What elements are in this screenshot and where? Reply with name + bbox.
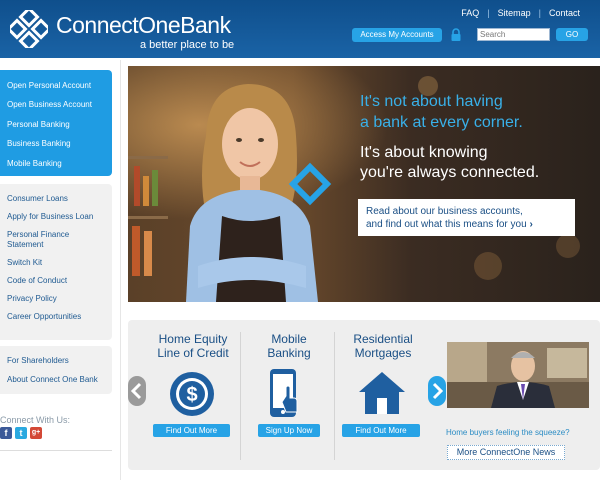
access-my-accounts-button[interactable]: Access My Accounts <box>352 28 442 42</box>
logo-suffix: Bank <box>180 12 231 38</box>
site-header: ConnectOneBank a better place to be FAQ … <box>0 0 600 58</box>
search-go-button[interactable]: GO <box>556 28 588 41</box>
nav-open-business-account[interactable]: Open Business Account <box>0 95 112 114</box>
search-input[interactable] <box>477 28 550 41</box>
promo-mobile-banking: Mobile Banking <box>241 332 337 360</box>
link-separator: | <box>538 8 541 18</box>
primary-nav: Open Personal Account Open Business Acco… <box>0 70 112 176</box>
nav-about-connect-one-bank[interactable]: About Connect One Bank <box>0 375 112 385</box>
hero-subhead-line2: you're always connected. <box>360 164 540 181</box>
nav-for-shareholders[interactable]: For Shareholders <box>0 356 112 366</box>
hero-subhead-line1: It's about knowing <box>360 144 488 161</box>
logo-wordmark: ConnectOneBank <box>56 12 231 39</box>
tagline: a better place to be <box>140 39 235 51</box>
news-video-thumbnail[interactable] <box>447 342 589 408</box>
carousel-next-arrow-icon[interactable] <box>428 376 446 406</box>
secondary-nav: Consumer Loans Apply for Business Loan P… <box>0 184 112 340</box>
nav-business-banking[interactable]: Business Banking <box>0 134 112 153</box>
promo-title-line1: Mobile <box>271 332 307 346</box>
promo-home-equity: Home Equity Line of Credit <box>145 332 241 360</box>
nav-privacy-policy[interactable]: Privacy Policy <box>0 294 112 304</box>
logo-name: ConnectOne <box>56 12 181 38</box>
hero-headline-line1: It's not about having <box>360 93 503 110</box>
contact-link[interactable]: Contact <box>549 8 580 18</box>
connect-with-us-label: Connect With Us: <box>0 415 71 425</box>
column-divider <box>120 60 121 480</box>
smartphone-icon <box>270 369 298 417</box>
more-news-button[interactable]: More ConnectOne News <box>447 445 565 460</box>
nav-code-of-conduct[interactable]: Code of Conduct <box>0 276 112 286</box>
utility-links: FAQ | Sitemap | Contact <box>461 8 580 18</box>
home-equity-find-out-more-button[interactable]: Find Out More <box>153 424 230 437</box>
hero-banner[interactable]: It's not about having a bank at every co… <box>128 66 600 302</box>
nav-career-opportunities[interactable]: Career Opportunities <box>0 312 112 322</box>
promo-title-line2: Mortgages <box>354 346 412 360</box>
promo-title-line1: Residential <box>353 332 413 346</box>
nav-personal-finance-line1: Personal Finance <box>7 230 70 239</box>
mortgages-find-out-more-button[interactable]: Find Out More <box>342 424 420 437</box>
nav-consumer-loans[interactable]: Consumer Loans <box>0 194 112 204</box>
dollar-icon: $ <box>170 372 214 416</box>
hero-cta-line1: Read about our business accounts, <box>366 206 523 217</box>
hero-cta-line2: and find out what this means for you <box>366 219 527 230</box>
promo-title-line2: Line of Credit <box>157 346 229 360</box>
nav-personal-banking[interactable]: Personal Banking <box>0 115 112 134</box>
lock-icon <box>451 28 461 41</box>
nav-personal-finance-statement[interactable]: Personal Finance Statement <box>0 230 112 250</box>
nav-apply-business-loan[interactable]: Apply for Business Loan <box>0 212 112 222</box>
chevron-right-icon: › <box>529 219 533 230</box>
hero-cta-button[interactable]: Read about our business accounts, and fi… <box>358 199 575 236</box>
logo-mark-icon <box>10 10 48 48</box>
svg-text:$: $ <box>186 384 197 406</box>
googleplus-icon[interactable]: g+ <box>30 427 42 439</box>
promo-title-line2: Banking <box>267 346 311 360</box>
facebook-icon[interactable]: f <box>0 427 12 439</box>
social-links: f t g+ <box>0 427 42 439</box>
carousel-prev-arrow-icon[interactable] <box>128 376 146 406</box>
nav-switch-kit[interactable]: Switch Kit <box>0 258 112 268</box>
sitemap-link[interactable]: Sitemap <box>498 8 531 18</box>
page: ConnectOneBank a better place to be FAQ … <box>0 0 600 480</box>
investor-nav: For Shareholders About Connect One Bank <box>0 346 112 394</box>
nav-personal-finance-line2: Statement <box>7 240 44 249</box>
nav-mobile-banking[interactable]: Mobile Banking <box>0 154 112 173</box>
news-headline-link[interactable]: Home buyers feeling the squeeze? <box>446 428 570 437</box>
mobile-banking-sign-up-button[interactable]: Sign Up Now <box>258 424 320 437</box>
twitter-icon[interactable]: t <box>15 427 27 439</box>
promo-residential-mortgages: Residential Mortgages <box>335 332 431 360</box>
link-separator: | <box>487 8 490 18</box>
news-video-image <box>447 342 589 408</box>
house-icon <box>359 372 405 414</box>
hero-headline-line2: a bank at every corner. <box>360 114 523 131</box>
nav-open-personal-account[interactable]: Open Personal Account <box>0 76 112 95</box>
sidebar-divider <box>0 450 112 451</box>
faq-link[interactable]: FAQ <box>461 8 479 18</box>
promo-title-line1: Home Equity <box>158 332 228 346</box>
bank-logo[interactable]: ConnectOneBank a better place to be <box>10 8 242 54</box>
